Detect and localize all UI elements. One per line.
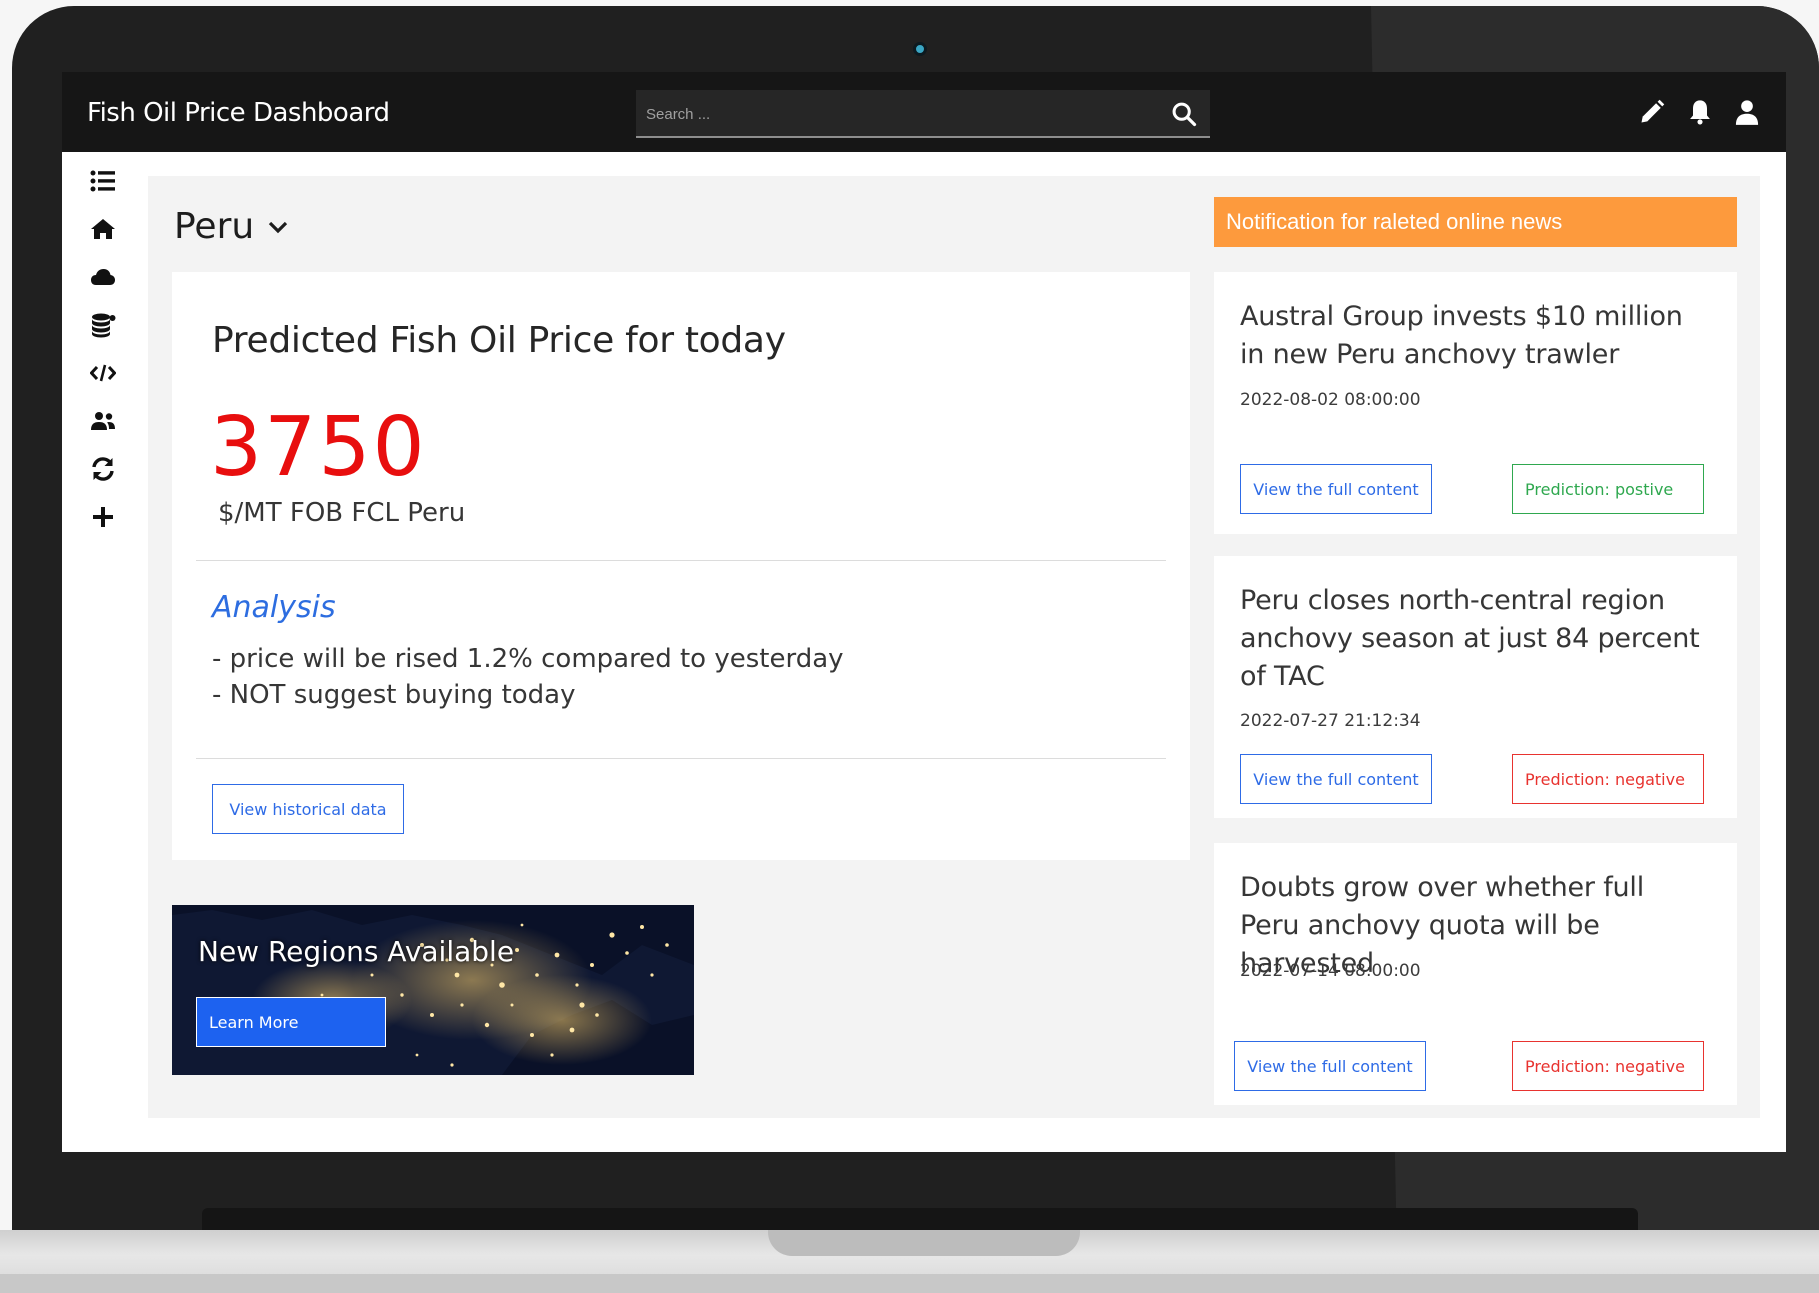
news-card: Austral Group invests $10 million in new…: [1214, 272, 1737, 534]
view-full-content-button[interactable]: View the full content: [1240, 464, 1432, 514]
news-date: 2022-08-02 08:00:00: [1240, 390, 1421, 410]
promo-title: New Regions Available: [198, 935, 515, 968]
prediction-badge: Prediction: negative: [1512, 1041, 1704, 1091]
search-box: [636, 90, 1210, 138]
divider: [196, 560, 1166, 561]
night-map-image: [172, 905, 694, 1075]
new-regions-banner: New Regions Available Learn More: [172, 905, 694, 1075]
prediction-badge: Prediction: postive: [1512, 464, 1704, 514]
search-input[interactable]: [646, 102, 1146, 126]
search-icon[interactable]: [1170, 100, 1198, 128]
analysis-line: - NOT suggest buying today: [212, 680, 576, 710]
laptop-opening-notch: [768, 1230, 1080, 1256]
analysis-line: - price will be rised 1.2% compared to y…: [212, 644, 844, 674]
top-bar: Fish Oil Price Dashboard: [62, 72, 1786, 152]
list-icon[interactable]: [88, 166, 118, 196]
laptop-hinge: [202, 1208, 1638, 1230]
price-card: Predicted Fish Oil Price for today 3750 …: [172, 272, 1190, 860]
view-full-content-button[interactable]: View the full content: [1234, 1041, 1426, 1091]
code-icon[interactable]: [88, 358, 118, 388]
news-card: Doubts grow over whether full Peru ancho…: [1214, 843, 1737, 1105]
news-date: 2022-07-14 08:00:00: [1240, 961, 1421, 981]
view-full-content-button[interactable]: View the full content: [1240, 754, 1432, 804]
news-title: Austral Group invests $10 million in new…: [1240, 301, 1683, 370]
user-icon[interactable]: [1733, 98, 1761, 126]
home-icon[interactable]: [88, 214, 118, 244]
predicted-price: 3750: [210, 400, 427, 495]
news-title: Peru closes north-central region anchovy…: [1240, 585, 1700, 692]
region-label: Peru: [174, 206, 255, 247]
refresh-icon[interactable]: [88, 454, 118, 484]
notification-header: Notification for raleted online news: [1214, 197, 1737, 247]
laptop-base-edge: [0, 1274, 1819, 1293]
prediction-badge: Prediction: negative: [1512, 754, 1704, 804]
learn-more-button[interactable]: Learn More: [196, 997, 386, 1047]
bell-icon[interactable]: [1686, 98, 1714, 126]
users-icon[interactable]: [88, 406, 118, 436]
database-icon[interactable]: [88, 310, 118, 340]
news-card: Peru closes north-central region anchovy…: [1214, 556, 1737, 818]
chevron-down-icon: [269, 221, 288, 233]
edit-icon[interactable]: [1638, 98, 1666, 126]
news-date: 2022-07-27 21:12:34: [1240, 711, 1421, 731]
app-title: Fish Oil Price Dashboard: [87, 98, 390, 128]
sidebar: [62, 152, 148, 1152]
divider: [196, 758, 1166, 759]
region-selector[interactable]: Peru: [174, 206, 288, 247]
price-heading: Predicted Fish Oil Price for today: [212, 320, 786, 361]
plus-icon[interactable]: [88, 502, 118, 532]
webcam: [913, 42, 927, 56]
price-unit: $/MT FOB FCL Peru: [218, 498, 466, 528]
view-historical-data-button[interactable]: View historical data: [212, 784, 404, 834]
screen: Fish Oil Price Dashboard Search ... Peru…: [62, 72, 1786, 1152]
main-content: Peru Predicted Fish Oil Price for today …: [148, 176, 1760, 1118]
analysis-title: Analysis: [212, 590, 336, 625]
cloud-icon[interactable]: [88, 262, 118, 292]
